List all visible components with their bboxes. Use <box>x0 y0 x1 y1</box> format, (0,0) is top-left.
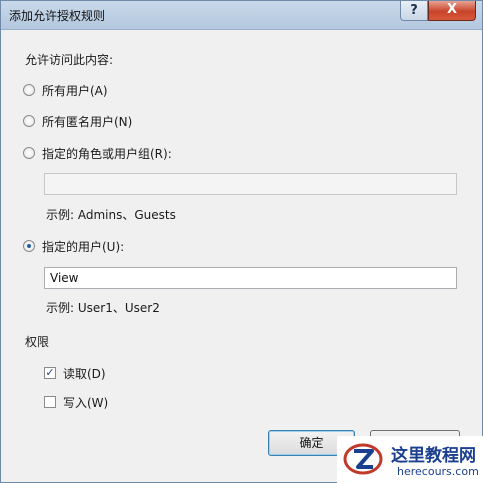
radio-specified-users[interactable] <box>23 240 35 252</box>
read-checkbox[interactable]: ✓ <box>44 367 56 379</box>
radio-all-users-label[interactable]: 所有用户(A) <box>42 82 108 99</box>
radio-anonymous-users[interactable] <box>23 115 35 127</box>
radio-specified-users-label[interactable]: 指定的用户(U): <box>42 238 124 255</box>
title-bar[interactable]: 添加允许授权规则 ? X <box>1 1 482 30</box>
read-checkbox-label[interactable]: 读取(D) <box>63 365 106 382</box>
write-checkbox-label[interactable]: 写入(W) <box>63 394 108 411</box>
roles-input[interactable] <box>44 173 457 195</box>
radio-roles-groups[interactable] <box>23 147 35 159</box>
window-title: 添加允许授权规则 <box>9 9 106 23</box>
write-checkbox[interactable] <box>44 396 56 408</box>
radio-roles-groups-label[interactable]: 指定的角色或用户组(R): <box>42 145 172 162</box>
help-button[interactable]: ? <box>400 1 428 21</box>
watermark-cn-text: 这里教程网 <box>391 446 476 466</box>
permissions-heading: 权限 <box>25 335 50 349</box>
close-button[interactable]: X <box>428 1 476 21</box>
roles-example: 示例: Admins、Guests <box>46 208 176 222</box>
users-example: 示例: User1、User2 <box>46 301 160 315</box>
users-input[interactable] <box>44 267 457 289</box>
radio-anonymous-users-label[interactable]: 所有匿名用户(N) <box>42 113 132 130</box>
watermark-en-text: herecours.com <box>397 465 479 478</box>
watermark-logo-icon <box>343 443 383 475</box>
dialog-body: 允许访问此内容: 所有用户(A) 所有匿名用户(N) 指定的角色或用户组(R):… <box>9 30 475 476</box>
access-heading: 允许访问此内容: <box>25 53 114 67</box>
dialog-window: 添加允许授权规则 ? X 允许访问此内容: 所有用户(A) 所有匿名用户(N) … <box>0 0 483 483</box>
watermark: 这里教程网 herecours.com <box>337 436 483 483</box>
radio-all-users[interactable] <box>23 84 35 96</box>
